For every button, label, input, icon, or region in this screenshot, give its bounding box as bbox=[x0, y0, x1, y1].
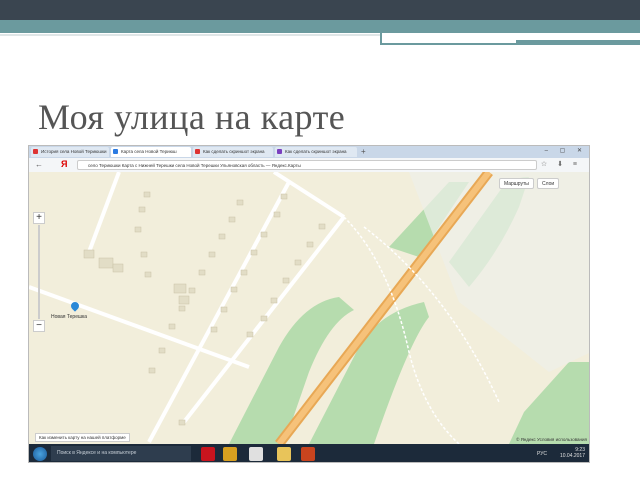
house bbox=[178, 305, 186, 312]
address-row: ← Я село Териюшки Карта с Нижней Терешки… bbox=[29, 158, 589, 173]
site-favicon-icon bbox=[277, 149, 282, 154]
yandex-favicon-icon bbox=[33, 149, 38, 154]
window-controls[interactable]: – ▢ ✕ bbox=[545, 147, 587, 154]
house bbox=[260, 231, 268, 238]
powerpoint-icon[interactable] bbox=[301, 447, 315, 461]
tab-label: История села Новой Териюшки bbox=[41, 149, 107, 154]
map-pin-favicon-icon bbox=[113, 149, 118, 154]
tab-screenshot-1[interactable]: Как сделать скриншот экрана bbox=[193, 147, 273, 157]
slide-title: Моя улица на карте bbox=[38, 97, 346, 137]
route-label: Маршруты bbox=[504, 181, 529, 187]
tab-screenshot-2[interactable]: Как сделать скриншот экрана bbox=[275, 147, 357, 157]
house bbox=[173, 283, 187, 294]
zoom-control: + − bbox=[33, 212, 45, 332]
house bbox=[218, 233, 226, 240]
yandex-logo[interactable]: Я bbox=[61, 159, 67, 169]
house bbox=[306, 241, 314, 248]
route-button[interactable]: Маршруты bbox=[499, 178, 534, 189]
layers-button[interactable]: Слои bbox=[537, 178, 560, 189]
map-svg[interactable] bbox=[29, 172, 590, 444]
layers-label: Слои bbox=[542, 181, 555, 187]
start-button-icon[interactable] bbox=[33, 447, 47, 461]
tab-map[interactable]: Карта села Новой Териюш bbox=[111, 147, 191, 157]
copyright-text: © Яндекс Условия использования bbox=[516, 437, 587, 442]
house bbox=[208, 251, 216, 258]
house bbox=[270, 297, 278, 304]
house bbox=[148, 367, 156, 374]
tab-history[interactable]: История села Новой Териюшки bbox=[31, 147, 109, 157]
house bbox=[240, 269, 248, 276]
tab-label: Как сделать скриншот экрана bbox=[285, 149, 347, 154]
house bbox=[134, 226, 142, 233]
edit-map-link[interactable]: Как изменить карту на нашей платформе bbox=[35, 433, 130, 442]
tab-label: Карта села Новой Териюш bbox=[121, 149, 177, 154]
yandex-favicon-icon bbox=[195, 149, 200, 154]
house bbox=[260, 315, 268, 322]
opera-icon[interactable] bbox=[201, 447, 215, 461]
house bbox=[158, 347, 166, 354]
house bbox=[144, 271, 152, 278]
house bbox=[178, 295, 190, 305]
house bbox=[250, 249, 258, 256]
back-arrow-icon[interactable]: ← bbox=[35, 160, 43, 169]
slide-accent-bar bbox=[516, 40, 640, 44]
house bbox=[228, 216, 236, 223]
taskbar: Поиск в Яндексе и на компьютере 9:23 10.… bbox=[29, 444, 589, 462]
slide-divider bbox=[0, 34, 380, 36]
house bbox=[280, 193, 288, 200]
house bbox=[83, 249, 95, 259]
house bbox=[138, 206, 146, 213]
tab-label: Как сделать скриншот экрана bbox=[203, 149, 265, 154]
map-canvas[interactable]: + − Маршруты Слои Новая Терешка Как изме… bbox=[29, 172, 590, 444]
house bbox=[168, 323, 176, 330]
house bbox=[198, 269, 206, 276]
browser-screenshot: История села Новой Териюшки Карта села Н… bbox=[28, 145, 590, 463]
house bbox=[246, 331, 254, 338]
clock-date: 10.04.2017 bbox=[559, 453, 585, 459]
house bbox=[318, 223, 326, 230]
slide-teal-band bbox=[0, 20, 640, 33]
place-label: Новая Терешка bbox=[51, 314, 88, 320]
new-tab-button[interactable]: + bbox=[361, 147, 366, 156]
house bbox=[273, 211, 281, 218]
toolbar-icons[interactable]: ☆ ⬇ ≡ bbox=[541, 160, 581, 168]
house bbox=[210, 326, 218, 333]
taskbar-search-input[interactable]: Поиск в Яндексе и на компьютере bbox=[51, 446, 191, 461]
zoom-slider[interactable] bbox=[38, 225, 40, 319]
house bbox=[230, 286, 238, 293]
house bbox=[236, 199, 244, 206]
yandex-browser-icon[interactable] bbox=[249, 447, 263, 461]
tab-strip: История села Новой Териюшки Карта села Н… bbox=[29, 146, 589, 158]
house bbox=[220, 306, 228, 313]
zoom-out-button[interactable]: − bbox=[33, 320, 45, 332]
file-explorer-icon[interactable] bbox=[277, 447, 291, 461]
system-tray[interactable]: 9:23 10.04.2017 bbox=[560, 447, 585, 459]
slide-top-bar bbox=[0, 0, 640, 20]
house bbox=[188, 287, 196, 294]
house bbox=[294, 259, 302, 266]
address-bar[interactable]: село Териюшки Карта с Нижней Терешки сел… bbox=[77, 160, 537, 170]
house bbox=[98, 257, 114, 269]
media-player-icon[interactable] bbox=[223, 447, 237, 461]
house bbox=[112, 263, 124, 273]
house bbox=[140, 251, 148, 258]
house bbox=[143, 191, 151, 198]
house bbox=[178, 419, 186, 426]
language-indicator[interactable]: РУС bbox=[537, 451, 547, 457]
house bbox=[282, 277, 290, 284]
zoom-in-button[interactable]: + bbox=[33, 212, 45, 224]
